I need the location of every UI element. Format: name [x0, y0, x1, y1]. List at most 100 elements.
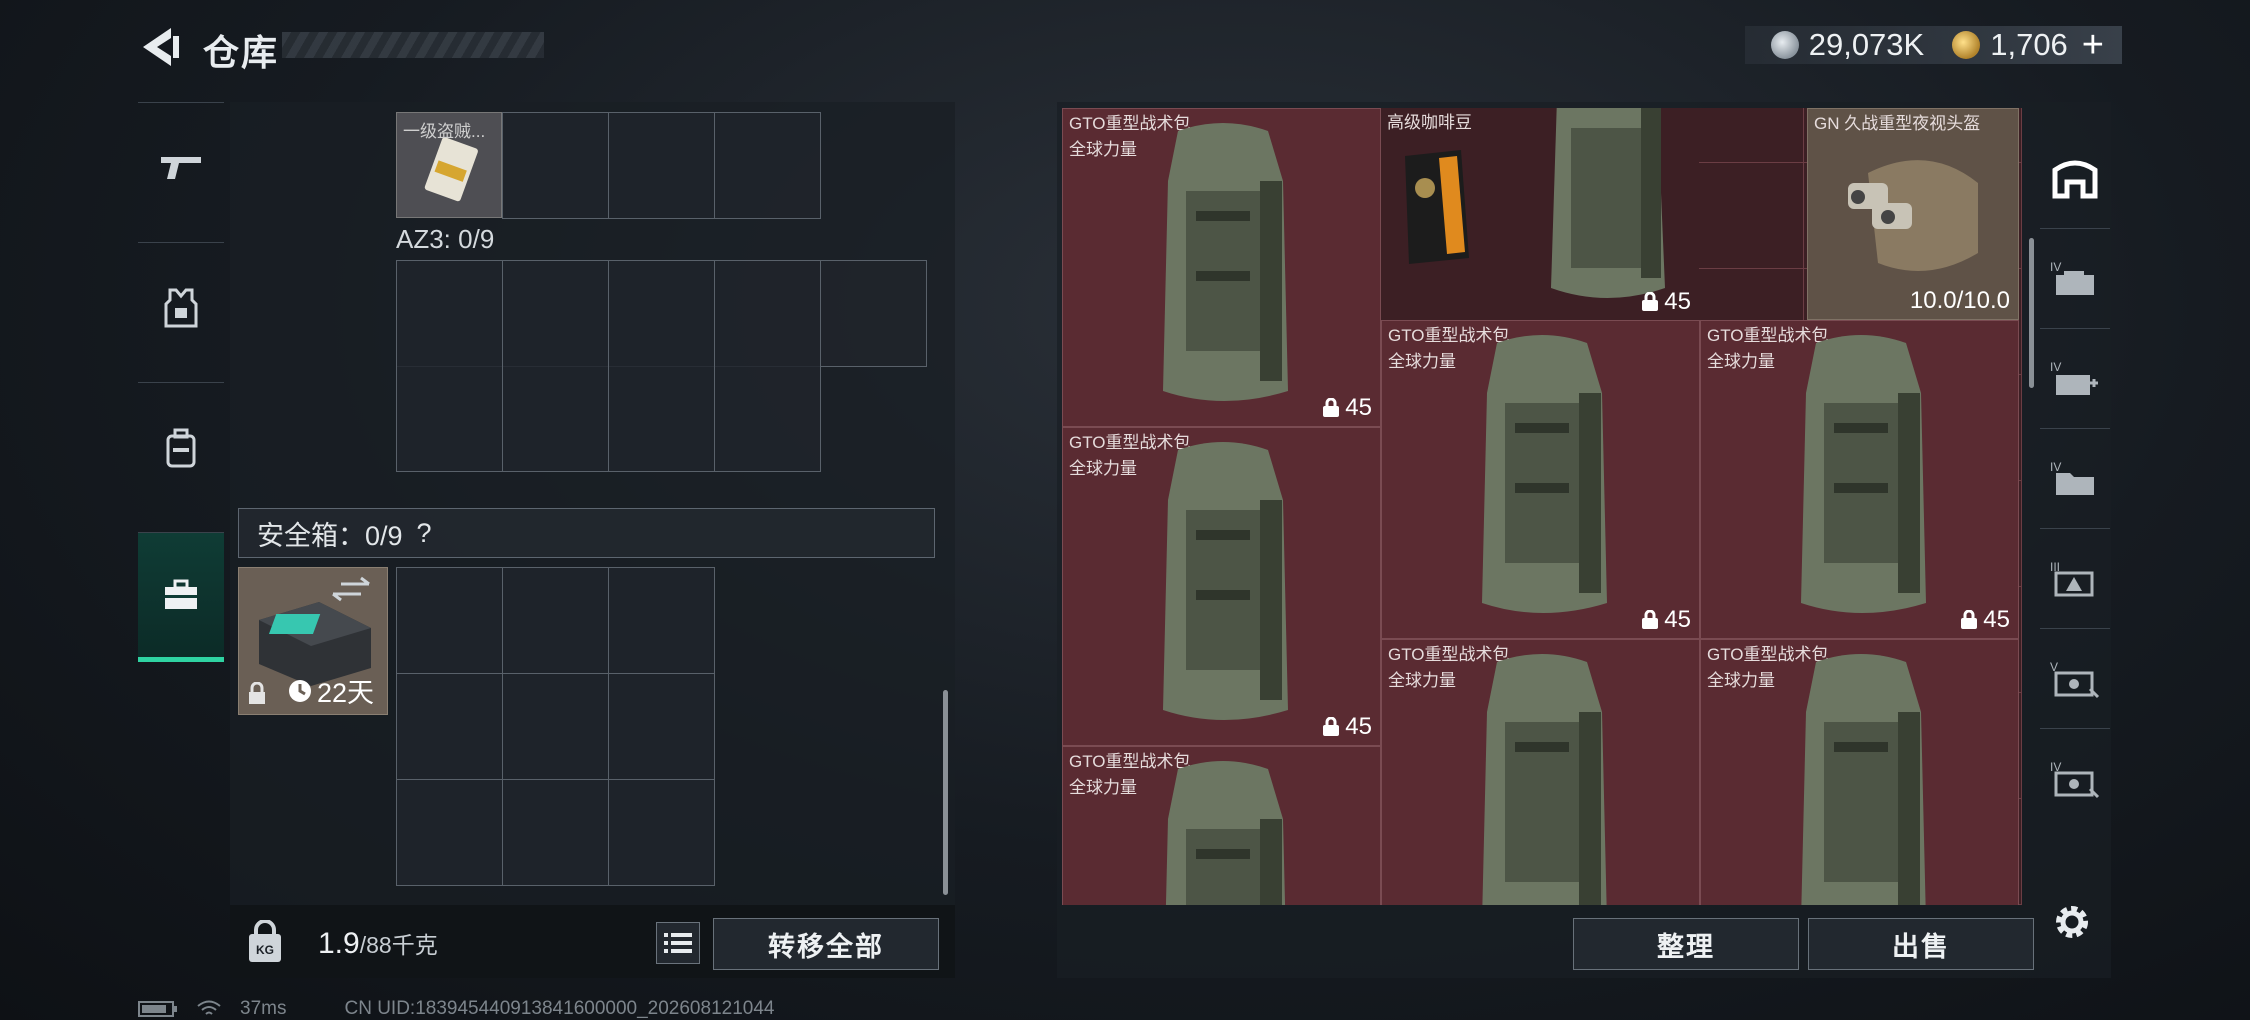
- item-name: GN 久战重型夜视头盔: [1814, 114, 1981, 133]
- grid-cell[interactable]: [609, 780, 715, 886]
- lock-icon: [249, 682, 265, 704]
- tab-weapons[interactable]: [138, 102, 224, 232]
- stash-item-backpack[interactable]: GTO重型战术包 全球力量: [1700, 639, 2019, 905]
- currency-display: 29,073K 1,706 +: [1744, 24, 2122, 67]
- gold-amount: 1,706: [1990, 27, 2068, 62]
- filter-tier-iv-medical[interactable]: IV: [2040, 328, 2110, 428]
- help-icon[interactable]: ?: [417, 518, 432, 549]
- backpack-icon: [1482, 335, 1607, 613]
- timer-text: 22天: [317, 678, 375, 708]
- stash-item-backpack[interactable]: GTO重型战术包 全球力量 45: [1700, 320, 2019, 639]
- tab-safebox[interactable]: [138, 532, 224, 662]
- grid-cell[interactable]: [609, 261, 715, 367]
- grid-cell[interactable]: [397, 366, 503, 472]
- az3-grid-row1: [396, 260, 927, 367]
- silver-coin-icon: [1770, 31, 1799, 59]
- safebox-item[interactable]: 22天: [238, 567, 388, 715]
- tab-backpack[interactable]: [138, 382, 224, 512]
- grid-cell[interactable]: [503, 568, 609, 674]
- grid-cell[interactable]: [397, 261, 503, 367]
- grid-cell[interactable]: [503, 780, 609, 886]
- stash-item-backpack[interactable]: GTO重型战术包 全球力量: [1062, 746, 1381, 905]
- item-capacity: 45: [1640, 606, 1691, 634]
- sort-button[interactable]: 整理: [1573, 918, 1799, 970]
- item-name: 高级咖啡豆: [1387, 113, 1472, 132]
- weight-unit: /88千克: [359, 932, 438, 958]
- stash-item-backpack[interactable]: GTO重型战术包 全球力量 45: [1381, 320, 1700, 639]
- gold-coin-icon: [1952, 31, 1981, 59]
- safebox-header: 安全箱：0/9 ?: [238, 508, 935, 558]
- item-capacity: 45: [1640, 288, 1691, 316]
- add-currency-button[interactable]: +: [2082, 24, 2104, 67]
- item-subtitle: 全球力量: [1069, 140, 1137, 159]
- toolbox-icon: [165, 579, 197, 609]
- first-item-slot[interactable]: 一级盗贼...: [396, 112, 502, 218]
- top-container-grid: [502, 112, 821, 219]
- weight-value: 1.9: [318, 927, 360, 960]
- list-view-button[interactable]: [656, 922, 700, 964]
- warning-box-icon: III: [2050, 560, 2094, 596]
- weight-icon: [1642, 610, 1659, 629]
- grid-cell[interactable]: [503, 366, 609, 472]
- filter-tier-iv-weapon[interactable]: IV: [2040, 228, 2110, 328]
- grid-cell[interactable]: [609, 568, 715, 674]
- ping-text: 37ms: [240, 998, 287, 1019]
- backpack-icon: [1801, 654, 1926, 905]
- title-decoration: [282, 32, 544, 58]
- vest-icon: [164, 288, 198, 327]
- filter-tier-v[interactable]: V: [2040, 628, 2110, 728]
- battery-icon: [138, 1001, 177, 1017]
- grid-cell[interactable]: [397, 674, 503, 780]
- weight-lock-icon: KG: [246, 919, 284, 964]
- stash-item-backpack[interactable]: GTO重型战术包 全球力量 45: [1062, 108, 1381, 427]
- stash-item-backpack[interactable]: 45: [1487, 108, 1699, 320]
- weight-display: 1.9/88千克: [318, 926, 438, 961]
- grid-cell[interactable]: [397, 780, 503, 886]
- stash-item-coffee[interactable]: 高级咖啡豆: [1381, 108, 1487, 320]
- helmet-icon: [1848, 160, 1978, 271]
- medical-case-icon: IV: [2050, 360, 2098, 395]
- filter-all[interactable]: [2040, 128, 2110, 228]
- transfer-all-button[interactable]: 转移全部: [713, 918, 939, 970]
- svg-text:IV: IV: [2050, 360, 2061, 374]
- grid-cell[interactable]: [609, 113, 715, 219]
- grid-cell[interactable]: [715, 366, 821, 472]
- filter-tier-iv-document[interactable]: IV: [2040, 428, 2110, 528]
- stash-item-backpack[interactable]: GTO重型战术包 全球力量 45: [1062, 427, 1381, 746]
- sell-button[interactable]: 出售: [1808, 918, 2034, 970]
- filter-tier-iii[interactable]: III: [2040, 528, 2110, 628]
- weapon-case-icon: IV: [2050, 260, 2094, 295]
- loadout-scrollbar[interactable]: [943, 690, 948, 895]
- item-durability: 10.0/10.0: [1909, 287, 2010, 314]
- grid-cell[interactable]: [503, 674, 609, 780]
- stash-item-backpack[interactable]: GTO重型战术包 全球力量: [1381, 639, 1700, 905]
- back-button[interactable]: [135, 22, 185, 72]
- gear-icon: [2056, 906, 2088, 938]
- stash-scrollbar[interactable]: [2029, 238, 2034, 388]
- gun-icon: [161, 156, 201, 179]
- wifi-icon: [197, 1000, 221, 1015]
- grid-cell[interactable]: [503, 261, 609, 367]
- grid-cell[interactable]: [609, 366, 715, 472]
- item-subtitle: 全球力量: [1707, 352, 1775, 371]
- safebox-grid: [396, 567, 715, 886]
- item-subtitle: 全球力量: [1069, 459, 1137, 478]
- status-bar: 37ms CN UID:183945440913841600000_202608…: [138, 998, 774, 1020]
- tab-armor[interactable]: [138, 242, 224, 372]
- page-title: 仓库: [203, 32, 280, 73]
- grid-cell[interactable]: [821, 261, 927, 367]
- stash-item-helmet[interactable]: GN 久战重型夜视头盔 10.0/10.0: [1807, 108, 2019, 320]
- gear-case-icon: IV: [2050, 760, 2100, 798]
- stash-grid: GTO重型战术包 全球力量 45 高级咖啡豆 45 GN 久战重型夜视头盔 10…: [1062, 108, 2022, 905]
- filter-tabs: IV IV IV III V IV: [2040, 128, 2110, 873]
- grid-cell[interactable]: [715, 261, 821, 367]
- grid-cell[interactable]: [609, 674, 715, 780]
- grid-cell[interactable]: [715, 113, 821, 219]
- tool-case-icon: V: [2050, 660, 2100, 698]
- filter-tier-iv-misc[interactable]: IV: [2040, 728, 2110, 828]
- item-subtitle: 全球力量: [1707, 671, 1775, 690]
- settings-button[interactable]: [2050, 900, 2094, 944]
- safebox-timer: 22天: [287, 671, 374, 710]
- grid-cell[interactable]: [503, 113, 609, 219]
- grid-cell[interactable]: [397, 568, 503, 674]
